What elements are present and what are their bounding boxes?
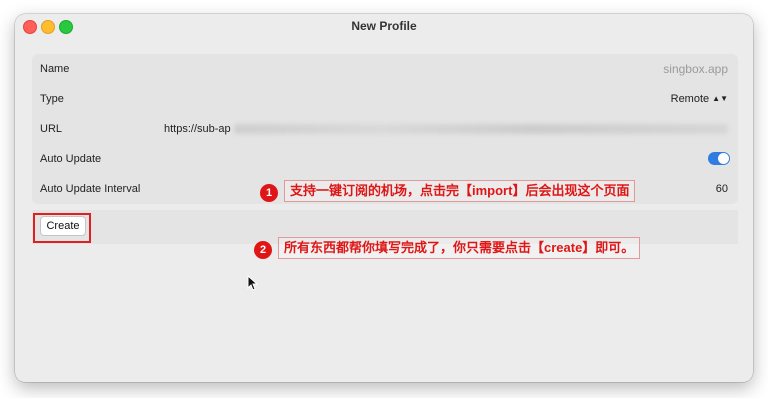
titlebar: New Profile bbox=[15, 14, 753, 38]
auto-update-label: Auto Update bbox=[40, 153, 102, 165]
type-row: Type Remote ▲▼ bbox=[32, 84, 738, 114]
type-label: Type bbox=[40, 93, 64, 105]
auto-update-interval-label: Auto Update Interval bbox=[40, 183, 141, 195]
url-input[interactable]: https://sub-ap bbox=[164, 123, 231, 135]
toggle-knob bbox=[718, 153, 729, 164]
name-input[interactable]: singbox.app bbox=[663, 62, 728, 76]
screenshot-stage: New Profile Name singbox.app Type Remote… bbox=[0, 0, 768, 398]
type-select-value: Remote bbox=[670, 93, 710, 105]
auto-update-toggle[interactable] bbox=[708, 152, 730, 165]
url-label: URL bbox=[40, 123, 63, 135]
annotation-note-1: 支持一键订阅的机场，点击完【import】后会出现这个页面 bbox=[284, 180, 636, 202]
type-select[interactable]: Remote ▲▼ bbox=[671, 93, 728, 105]
mouse-pointer-icon bbox=[247, 275, 259, 291]
url-redacted-blur bbox=[234, 124, 728, 134]
annotation-badge-2: 2 bbox=[254, 241, 272, 259]
create-highlight-box bbox=[33, 213, 91, 243]
annotation-note-2: 所有东西都帮你填写完成了，你只需要点击【create】即可。 bbox=[278, 237, 641, 259]
name-row: Name singbox.app bbox=[32, 54, 738, 84]
auto-update-row: Auto Update bbox=[32, 144, 738, 174]
chevron-up-down-icon: ▲▼ bbox=[712, 94, 728, 103]
name-label: Name bbox=[40, 63, 70, 75]
window-title: New Profile bbox=[351, 19, 417, 33]
annotation-badge-1: 1 bbox=[260, 184, 278, 202]
url-row: URL https://sub-ap bbox=[32, 114, 738, 144]
auto-update-interval-input[interactable]: 60 bbox=[716, 183, 728, 195]
